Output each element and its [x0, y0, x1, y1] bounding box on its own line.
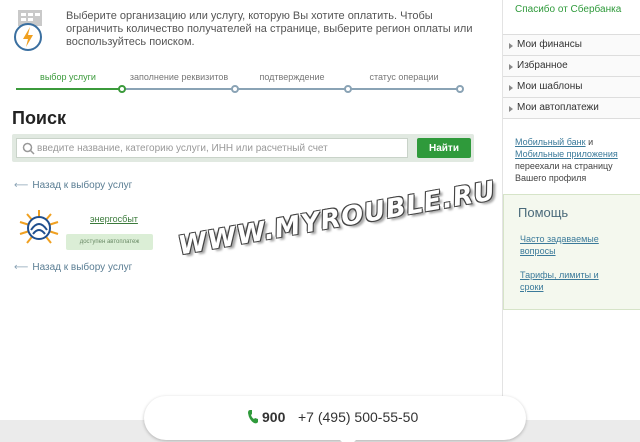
triangle-right-icon — [509, 85, 513, 91]
sidebar-item-autopayments[interactable]: Мои автоплатежи — [503, 98, 640, 119]
sidebar-thanks-link[interactable]: Спасибо от Сбербанка — [503, 0, 640, 26]
sidebar-menu: Мои финансы Избранное Мои шаблоны Мои ав… — [503, 34, 640, 119]
full-phone-number[interactable]: +7 (495) 500-55-50 — [298, 409, 418, 425]
phone-icon — [248, 410, 258, 424]
step-label-details: заполнение реквизитов — [129, 72, 229, 82]
back-to-services-link-bottom[interactable]: ⟵ Назад к выбору услуг — [14, 262, 132, 273]
steps-track-done — [16, 88, 122, 90]
watermark: WWW.MYROUBLE.RU — [176, 176, 499, 262]
triangle-right-icon — [509, 106, 513, 112]
mobile-bank-link[interactable]: Мобильный банк — [515, 137, 586, 147]
sidebar-item-favorites[interactable]: Избранное — [503, 56, 640, 77]
step-dot-confirm — [344, 85, 352, 93]
mobile-moved-note: Мобильный банк и Мобильные приложения пе… — [503, 124, 640, 184]
sidebar: Спасибо от Сбербанка Мои финансы Избранн… — [502, 0, 640, 442]
note-rest: переехали на страницу Вашего профиля — [515, 161, 613, 183]
back-link-label: Назад к выбору услуг — [32, 180, 133, 191]
provider-name-link[interactable]: энергосбыт — [90, 214, 138, 224]
sidebar-item-label: Мои финансы — [517, 39, 582, 50]
main-content: Выберите организацию или услугу, которую… — [0, 0, 500, 442]
note-and: и — [585, 137, 594, 147]
triangle-right-icon — [509, 43, 513, 49]
progress-steps: выбор услуги заполнение реквизитов подтв… — [12, 72, 464, 98]
help-box: Помощь Часто задаваемые вопросы Тарифы, … — [503, 194, 640, 310]
sidebar-item-finances[interactable]: Мои финансы — [503, 35, 640, 56]
intro-block: Выберите организацию или услугу, которую… — [12, 8, 482, 58]
provider-item[interactable]: энергосбыт доступен автоплатеж — [16, 206, 166, 256]
energosbyt-logo — [19, 210, 59, 244]
intro-text: Выберите организацию или услугу, которую… — [66, 10, 473, 48]
back-to-services-link[interactable]: ⟵ Назад к выбору услуг — [14, 180, 132, 191]
sidebar-item-label: Мои автоплатежи — [517, 102, 599, 113]
step-dot-details — [231, 85, 239, 93]
arrow-left-icon: ⟵ — [14, 180, 29, 191]
mobile-apps-link[interactable]: Мобильные приложения — [515, 149, 618, 159]
search-field — [16, 138, 408, 158]
search-bar: Найти — [12, 134, 474, 162]
arrow-left-icon: ⟵ — [14, 262, 29, 273]
step-label-status: статус операции — [369, 72, 439, 82]
short-phone-number[interactable]: 900 — [262, 409, 285, 425]
step-label-service: выбор услуги — [40, 72, 96, 82]
step-dot-service — [118, 85, 126, 93]
sidebar-item-label: Избранное — [517, 60, 568, 71]
back-link-label: Назад к выбору услуг — [32, 262, 133, 273]
sidebar-item-label: Мои шаблоны — [517, 81, 583, 92]
step-label-confirm: подтверждение — [259, 72, 325, 82]
search-icon — [22, 142, 35, 155]
page-title: Поиск — [12, 108, 67, 128]
autopay-badge: доступен автоплатеж — [66, 234, 153, 250]
triangle-right-icon — [509, 64, 513, 70]
faq-link[interactable]: Часто задаваемые вопросы — [520, 233, 610, 257]
search-input[interactable] — [37, 139, 405, 157]
tariffs-link[interactable]: Тарифы, лимиты и сроки — [520, 269, 610, 293]
sidebar-item-templates[interactable]: Мои шаблоны — [503, 77, 640, 98]
step-dot-status — [456, 85, 464, 93]
payment-terminal-icon — [14, 10, 42, 51]
contact-phone-bar: 900 +7 (495) 500-55-50 — [144, 396, 526, 442]
help-title: Помощь — [518, 205, 569, 220]
search-button[interactable]: Найти — [417, 138, 471, 158]
